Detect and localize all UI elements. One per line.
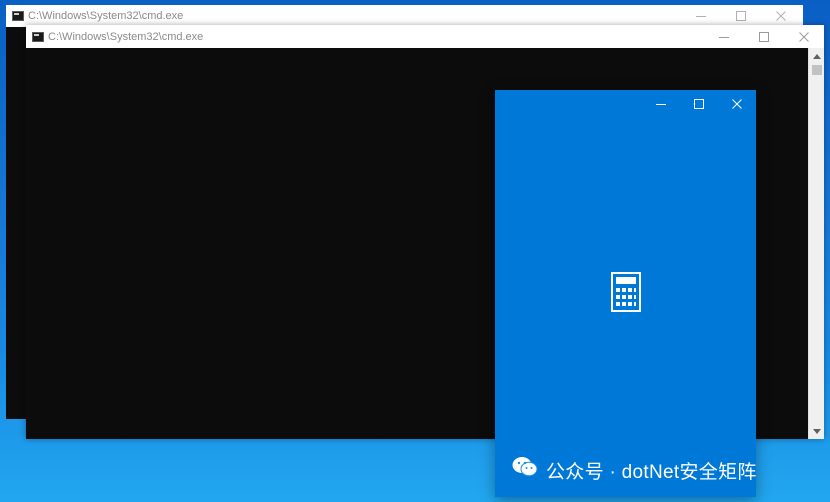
- maximize-button[interactable]: [721, 5, 761, 27]
- minimize-icon: [719, 36, 729, 38]
- maximize-icon: [694, 99, 704, 109]
- close-icon: [799, 31, 809, 42]
- minimize-button[interactable]: [704, 25, 744, 48]
- scroll-up-button[interactable]: [809, 48, 825, 64]
- scroll-thumb[interactable]: [812, 65, 822, 75]
- chevron-down-icon: [813, 428, 821, 434]
- minimize-button[interactable]: [642, 90, 680, 118]
- maximize-button[interactable]: [744, 25, 784, 48]
- close-button[interactable]: [761, 5, 801, 27]
- console-icon: [12, 11, 24, 21]
- minimize-icon: [696, 16, 706, 17]
- minimize-icon: [656, 104, 666, 105]
- scroll-down-button[interactable]: [809, 423, 825, 439]
- maximize-icon: [736, 11, 746, 21]
- maximize-icon: [759, 31, 769, 42]
- close-button[interactable]: [718, 90, 756, 118]
- calculator-window[interactable]: [495, 90, 756, 497]
- watermark-text: 公众号 · dotNet安全矩阵: [546, 461, 757, 483]
- wechat-icon: [512, 456, 538, 484]
- cmd-back-titlebar[interactable]: C:\Windows\System32\cmd.exe: [6, 5, 803, 27]
- close-icon: [732, 99, 742, 109]
- minimize-button[interactable]: [681, 5, 721, 27]
- cmd-front-titlebar[interactable]: C:\Windows\System32\cmd.exe: [26, 25, 824, 48]
- calculator-icon: [611, 272, 641, 317]
- vertical-scrollbar[interactable]: [808, 48, 824, 439]
- close-icon: [776, 11, 786, 21]
- cmd-back-title: C:\Windows\System32\cmd.exe: [28, 10, 184, 22]
- maximize-button[interactable]: [680, 90, 718, 118]
- close-button[interactable]: [784, 25, 824, 48]
- cmd-front-title: C:\Windows\System32\cmd.exe: [48, 30, 204, 43]
- console-icon: [32, 31, 44, 42]
- chevron-up-icon: [813, 53, 821, 59]
- watermark: 公众号 · dotNet安全矩阵: [512, 456, 757, 484]
